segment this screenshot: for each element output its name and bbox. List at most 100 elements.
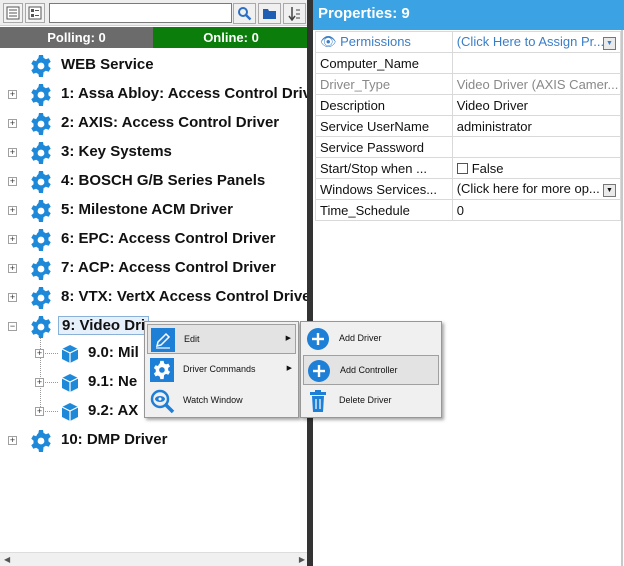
view-list-button[interactable] — [3, 3, 23, 23]
tree-node-driver-7[interactable]: + 7: ACP: Access Control Driver — [0, 254, 309, 283]
property-value[interactable]: Video Driver — [451, 94, 622, 116]
property-row[interactable]: Driver_Type Video Driver (AXIS Camer... — [315, 73, 622, 95]
property-value-label: (Click here for more op... — [456, 181, 600, 196]
property-row[interactable]: Description Video Driver — [315, 94, 622, 116]
property-value[interactable]: 0 — [451, 199, 622, 221]
tree-node-label: 10: DMP Driver — [61, 431, 168, 448]
menu-item-label: Driver Commands — [183, 364, 256, 374]
property-value: Video Driver (AXIS Camer... — [451, 73, 622, 95]
property-value[interactable] — [451, 136, 622, 158]
plus-circle-icon — [308, 360, 330, 382]
property-row[interactable]: Time_Schedule 0 — [315, 199, 622, 221]
property-key: Computer_Name — [315, 52, 453, 74]
expand-toggle[interactable]: + — [35, 407, 44, 416]
gear-icon — [31, 55, 51, 77]
search-icon — [238, 7, 252, 21]
tree-node-label: 1: Assa Abloy: Access Control Drive — [61, 85, 309, 102]
menu-item-add-controller[interactable]: Add Controller — [303, 355, 439, 385]
details-view-icon — [28, 6, 42, 20]
tree-node-label: 7: ACP: Access Control Driver — [61, 259, 276, 276]
expand-toggle[interactable]: + — [35, 378, 44, 387]
trash-icon — [310, 390, 326, 412]
property-row[interactable]: Service UserName administrator — [315, 115, 622, 137]
menu-item-add-driver[interactable]: Add Driver — [303, 324, 439, 354]
folder-icon — [263, 9, 276, 19]
expand-toggle[interactable]: + — [8, 293, 17, 302]
sort-icon — [288, 7, 300, 21]
gear-icon — [31, 316, 51, 338]
tree-node-label: 4: BOSCH G/B Series Panels — [61, 172, 266, 189]
tree-node-driver-10[interactable]: + 10: DMP Driver — [0, 426, 309, 455]
property-value[interactable] — [451, 52, 622, 74]
scroll-left-icon[interactable]: ◀ — [4, 555, 10, 564]
start-stop-checkbox[interactable] — [456, 162, 468, 174]
property-key: Time_Schedule — [315, 199, 453, 221]
property-value[interactable]: ▼ (Click Here to Assign Pr... — [451, 31, 622, 53]
collapse-toggle[interactable]: − — [8, 322, 17, 331]
search-button[interactable] — [233, 3, 256, 24]
expand-toggle[interactable]: + — [8, 148, 17, 157]
property-value[interactable]: administrator — [451, 115, 622, 137]
tree-node-label: 9.0: Mil — [88, 344, 139, 361]
gear-icon — [31, 84, 51, 106]
open-folder-button[interactable] — [258, 3, 281, 24]
view-details-button[interactable] — [25, 3, 45, 23]
property-value[interactable]: ▼ (Click here for more op... — [451, 178, 622, 200]
gear-icon — [31, 258, 51, 280]
dropdown-arrow-icon[interactable]: ▼ — [603, 37, 616, 50]
gear-icon — [31, 430, 51, 452]
menu-item-watch-window[interactable]: Watch Window — [147, 386, 296, 416]
tree-node-label: WEB Service — [61, 56, 154, 73]
tree-node-driver-2[interactable]: + 2: AXIS: Access Control Driver — [0, 109, 309, 138]
property-key-label: Permissions — [340, 34, 411, 49]
menu-item-driver-commands[interactable]: Driver Commands ▶ — [147, 355, 296, 385]
menu-item-label: Add Controller — [340, 365, 398, 375]
expand-toggle[interactable]: + — [8, 264, 17, 273]
scroll-right-icon[interactable]: ▶ — [299, 555, 305, 564]
pane-border — [621, 30, 623, 566]
property-row[interactable]: Service Password — [315, 136, 622, 158]
property-key: Service Password — [315, 136, 453, 158]
tree-node-driver-1[interactable]: + 1: Assa Abloy: Access Control Drive — [0, 80, 309, 109]
gear-icon — [150, 358, 174, 382]
expand-toggle[interactable]: + — [8, 90, 17, 99]
property-row[interactable]: Start/Stop when ... False — [315, 157, 622, 179]
tree-node-driver-8[interactable]: + 8: VTX: VertX Access Control Driver — [0, 283, 309, 312]
expand-toggle[interactable]: + — [8, 119, 17, 128]
expand-toggle[interactable]: + — [8, 436, 17, 445]
gear-icon — [31, 287, 51, 309]
tree-node-web-service[interactable]: WEB Service — [0, 51, 309, 80]
tree-node-label: 2: AXIS: Access Control Driver — [61, 114, 280, 131]
plus-circle-icon — [307, 328, 329, 350]
list-view-icon — [6, 6, 20, 20]
menu-item-label: Edit — [184, 334, 200, 344]
search-input[interactable] — [49, 3, 232, 23]
tree-node-driver-5[interactable]: + 5: Milestone ACM Driver — [0, 196, 309, 225]
tree-node-label: 9.2: AX — [88, 402, 139, 419]
magnifier-eye-icon — [150, 389, 175, 414]
gear-icon — [31, 142, 51, 164]
polling-count: Polling: 0 — [0, 27, 153, 48]
expand-toggle[interactable]: + — [8, 235, 17, 244]
dropdown-arrow-icon[interactable]: ▼ — [603, 184, 616, 197]
property-value-label: (Click Here to Assign Pr... — [456, 34, 605, 49]
status-bar: Polling: 0 Online: 0 — [0, 27, 309, 48]
tree-node-driver-6[interactable]: + 6: EPC: Access Control Driver — [0, 225, 309, 254]
expand-toggle[interactable]: + — [35, 349, 44, 358]
expand-toggle[interactable]: + — [8, 206, 17, 215]
property-row[interactable]: 👁 Permissions ▼ (Click Here to Assign Pr.… — [315, 31, 622, 53]
cube-icon — [61, 374, 79, 392]
tree-node-driver-4[interactable]: + 4: BOSCH G/B Series Panels — [0, 167, 309, 196]
property-row[interactable]: Computer_Name — [315, 52, 622, 74]
edit-submenu: Add Driver Add Controller Delete Driver — [300, 321, 442, 418]
menu-item-edit[interactable]: Edit ▶ — [147, 324, 296, 354]
sort-button[interactable] — [283, 3, 306, 24]
tree-node-driver-3[interactable]: + 3: Key Systems — [0, 138, 309, 167]
properties-header: Properties: 9 — [313, 0, 624, 30]
expand-toggle[interactable]: + — [8, 177, 17, 186]
property-value-label: False — [471, 160, 504, 176]
menu-item-delete-driver[interactable]: Delete Driver — [303, 386, 439, 416]
horizontal-scrollbar[interactable]: ◀ ▶ — [0, 552, 309, 566]
property-row[interactable]: Windows Services... ▼ (Click here for mor… — [315, 178, 622, 200]
property-value[interactable]: False — [451, 157, 622, 179]
